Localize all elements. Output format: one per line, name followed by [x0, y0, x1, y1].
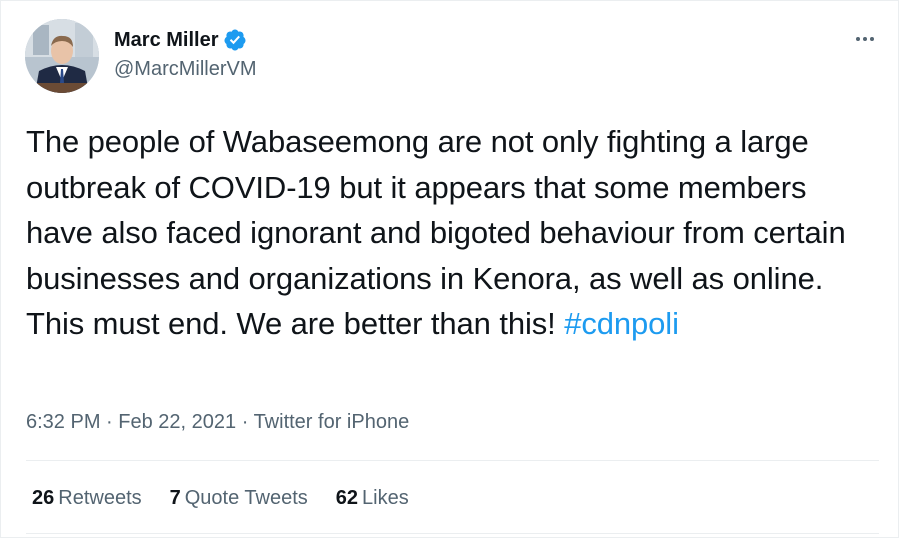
meta-separator: ·: [236, 411, 254, 433]
tweet-time[interactable]: 6:32 PM: [26, 411, 100, 433]
likes-stat[interactable]: 62 Likes: [336, 487, 409, 510]
divider: [26, 533, 879, 534]
likes-count: 62: [335, 487, 359, 509]
more-dot: [870, 37, 874, 41]
quote-tweets-count: 7: [169, 487, 181, 509]
avatar-image: [25, 19, 99, 93]
retweets-stat[interactable]: 26 Retweets: [32, 487, 142, 510]
divider: [26, 460, 879, 461]
quote-tweets-stat[interactable]: 7 Quote Tweets: [170, 487, 308, 510]
tweet-source[interactable]: Twitter for iPhone: [254, 411, 410, 433]
more-icon[interactable]: [849, 29, 881, 49]
tweet-meta: 6:32 PM · Feb 22, 2021 · Twitter for iPh…: [26, 411, 409, 434]
tweet-card: Marc Miller @MarcMillerVM The people of …: [0, 0, 899, 538]
tweet-date[interactable]: Feb 22, 2021: [118, 411, 236, 433]
more-dot: [863, 37, 867, 41]
tweet-stats: 26 Retweets 7 Quote Tweets 62 Likes: [32, 487, 437, 510]
tweet-text: The people of Wabaseemong are not only f…: [26, 119, 876, 347]
retweets-label: Retweets: [58, 487, 142, 509]
user-handle[interactable]: @MarcMillerVM: [114, 58, 257, 81]
verified-badge-icon: [223, 28, 247, 52]
name-row: Marc Miller: [114, 28, 247, 52]
more-dot: [856, 37, 860, 41]
likes-label: Likes: [362, 487, 409, 509]
hashtag-link[interactable]: #cdnpoli: [564, 306, 679, 341]
retweets-count: 26: [32, 487, 55, 509]
tweet-body: The people of Wabaseemong are not only f…: [26, 124, 846, 341]
display-name[interactable]: Marc Miller: [114, 29, 218, 52]
avatar[interactable]: [25, 19, 99, 93]
meta-separator: ·: [100, 411, 119, 433]
quote-tweets-label: Quote Tweets: [184, 487, 308, 509]
